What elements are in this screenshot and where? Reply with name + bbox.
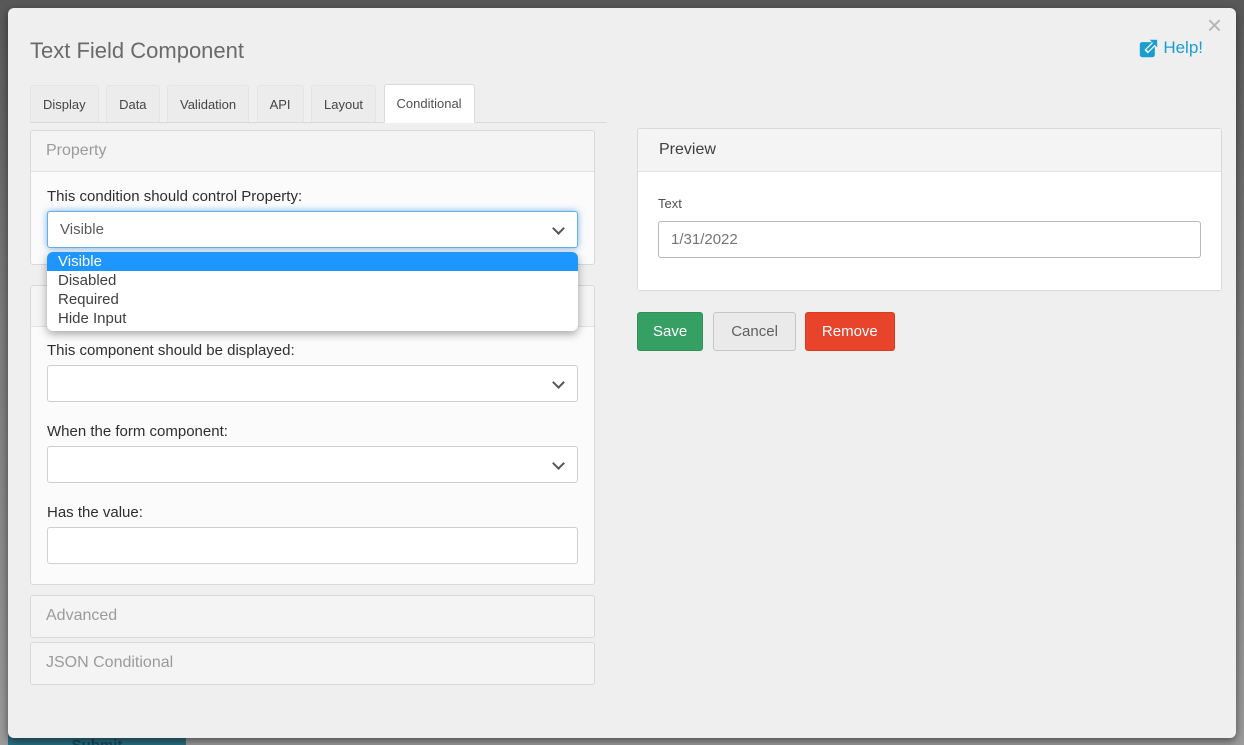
property-select-dropdown: Visible Disabled Required Hide Input bbox=[47, 252, 578, 331]
tab-data[interactable]: Data bbox=[106, 85, 159, 122]
help-link-label: Help! bbox=[1163, 38, 1203, 58]
dialog-actions: Save Cancel Remove bbox=[637, 312, 1222, 351]
advanced-panel-header[interactable]: Advanced bbox=[31, 596, 594, 637]
preview-panel-header: Preview bbox=[638, 129, 1221, 172]
condition-property-select[interactable]: Visible bbox=[47, 211, 578, 248]
preview-panel-body: Text bbox=[638, 172, 1221, 290]
tab-layout[interactable]: Layout bbox=[311, 85, 376, 122]
close-icon[interactable]: × bbox=[1207, 12, 1222, 38]
preview-column: Preview Text Save Cancel Remove bbox=[637, 128, 1222, 351]
dialog-title: Text Field Component bbox=[30, 38, 244, 64]
dropdown-option-required[interactable]: Required bbox=[47, 290, 578, 309]
preview-panel: Preview Text bbox=[637, 128, 1222, 291]
has-value-label: Has the value: bbox=[47, 504, 578, 521]
property-panel-header[interactable]: Property bbox=[31, 131, 594, 172]
remove-button[interactable]: Remove bbox=[805, 312, 895, 351]
form-component-select[interactable] bbox=[47, 446, 578, 483]
chevron-down-icon bbox=[552, 222, 565, 235]
preview-field-label: Text bbox=[658, 196, 1201, 211]
tab-display[interactable]: Display bbox=[30, 85, 99, 122]
component-settings-dialog: Text Field Component × Help! Display Dat… bbox=[8, 8, 1236, 738]
advanced-panel: Advanced bbox=[30, 595, 595, 638]
settings-tab-bar: Display Data Validation API Layout Condi… bbox=[30, 84, 607, 123]
condition-property-label: This condition should control Property: bbox=[47, 188, 578, 205]
cancel-button[interactable]: Cancel bbox=[713, 312, 796, 351]
property-panel-body: This condition should control Property: … bbox=[31, 172, 594, 264]
chevron-down-icon bbox=[552, 457, 565, 470]
has-value-input[interactable] bbox=[47, 527, 578, 564]
external-link-icon bbox=[1139, 39, 1158, 58]
tab-api[interactable]: API bbox=[257, 85, 304, 122]
property-panel: Property This condition should control P… bbox=[30, 130, 595, 265]
condition-property-select-value: Visible bbox=[60, 221, 104, 238]
displayed-when-label: This component should be displayed: bbox=[47, 342, 578, 359]
preview-text-input[interactable] bbox=[658, 221, 1201, 258]
json-conditional-panel: JSON Conditional bbox=[30, 642, 595, 685]
chevron-down-icon bbox=[552, 376, 565, 389]
dropdown-option-visible[interactable]: Visible bbox=[47, 252, 578, 271]
dropdown-option-hide-input[interactable]: Hide Input bbox=[47, 309, 578, 328]
conditional-settings-column: Property This condition should control P… bbox=[30, 130, 595, 685]
displayed-when-select[interactable] bbox=[47, 365, 578, 402]
simple-panel-body: This component should be displayed: When… bbox=[31, 327, 594, 584]
tab-conditional[interactable]: Conditional bbox=[384, 84, 475, 123]
tab-validation[interactable]: Validation bbox=[167, 85, 249, 122]
dropdown-option-disabled[interactable]: Disabled bbox=[47, 271, 578, 290]
form-component-label: When the form component: bbox=[47, 423, 578, 440]
save-button[interactable]: Save bbox=[637, 312, 703, 351]
help-link[interactable]: Help! bbox=[1139, 38, 1203, 58]
json-conditional-panel-header[interactable]: JSON Conditional bbox=[31, 643, 594, 684]
